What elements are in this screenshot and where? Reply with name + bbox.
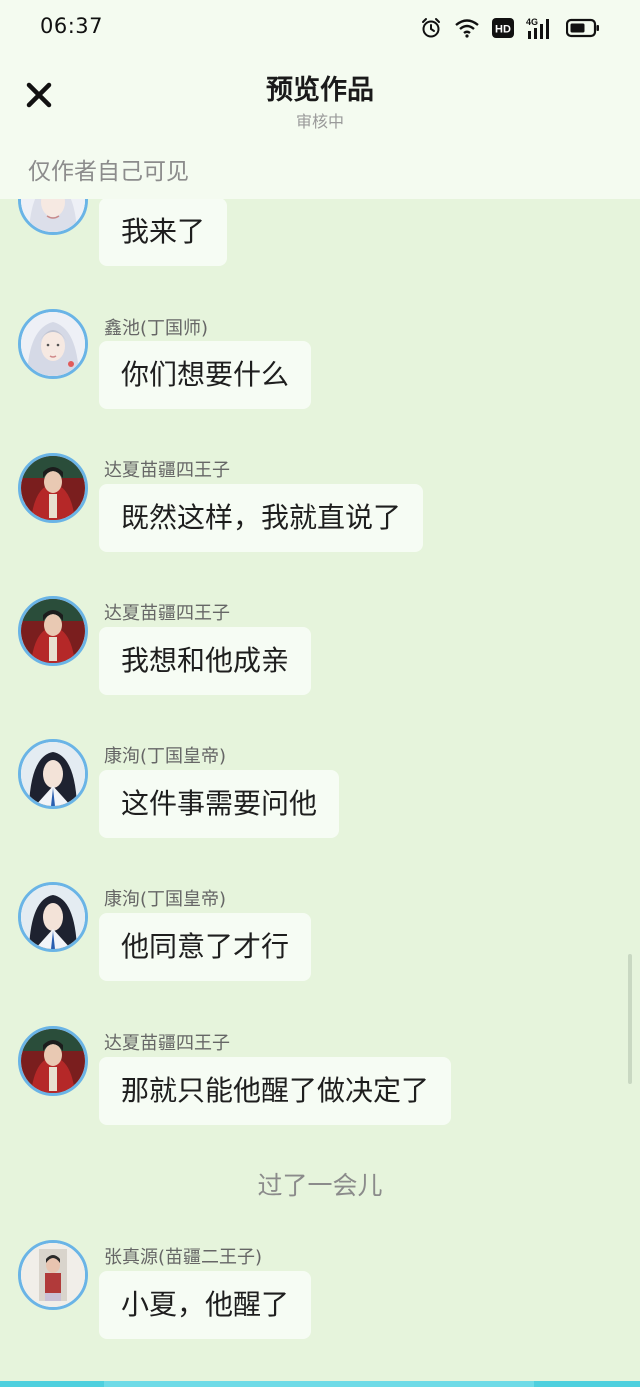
message-bubble[interactable]: 那就只能他醒了做决定了 <box>99 1057 452 1125</box>
sender-name: 达夏苗疆四王子 <box>104 603 230 624</box>
sender-name: 鑫池(丁国师) <box>104 318 209 339</box>
status-icons: HD 4G <box>420 16 600 40</box>
sender-name: 张真源(苗疆二王子) <box>104 1247 263 1268</box>
battery-icon <box>566 18 600 38</box>
wifi-icon <box>454 18 480 38</box>
avatar[interactable] <box>18 453 88 523</box>
sender-name: 康洵(丁国皇帝) <box>104 746 227 767</box>
visibility-note: 仅作者自己可见 <box>28 159 189 185</box>
hd-icon: HD <box>492 18 514 38</box>
header: 预览作品 审核中 仅作者自己可见 <box>0 56 640 199</box>
chat-list[interactable]: 我来了 鑫池(丁国师) 你们想要什么 达夏苗疆四王子 既然这样，我就直说了 达夏… <box>0 199 640 1381</box>
sender-name: 达夏苗疆四王子 <box>104 460 230 481</box>
page-title: 预览作品 <box>266 75 374 106</box>
alarm-icon <box>420 17 442 39</box>
message-bubble[interactable]: 我想和他成亲 <box>99 627 312 695</box>
message-bubble[interactable]: 他同意了才行 <box>99 913 312 981</box>
status-time: 06:37 <box>40 14 104 38</box>
message-bubble[interactable]: 小夏，他醒了 <box>99 1271 312 1339</box>
scrollbar[interactable] <box>628 954 632 1084</box>
message-bubble[interactable]: 既然这样，我就直说了 <box>99 484 424 552</box>
sender-name: 达夏苗疆四王子 <box>104 1033 230 1054</box>
avatar[interactable] <box>18 1240 88 1310</box>
message-bubble[interactable]: 这件事需要问他 <box>99 770 340 838</box>
review-status: 审核中 <box>295 112 344 131</box>
avatar[interactable] <box>18 1026 88 1096</box>
bottom-progress-thumb <box>104 1381 534 1387</box>
narration-text: 过了一会儿 <box>257 1171 383 1200</box>
avatar[interactable] <box>18 199 88 235</box>
message-bubble[interactable]: 我来了 <box>99 199 228 266</box>
svg-text:4G: 4G <box>526 17 538 27</box>
avatar[interactable] <box>18 596 88 666</box>
status-bar: 06:37 HD 4G <box>0 0 640 56</box>
message-bubble[interactable]: 你们想要什么 <box>99 341 312 409</box>
avatar[interactable] <box>18 739 88 809</box>
signal-4g-icon: 4G <box>526 17 554 39</box>
avatar[interactable] <box>18 882 88 952</box>
avatar[interactable] <box>18 309 88 379</box>
svg-text:HD: HD <box>495 24 511 36</box>
sender-name: 康洵(丁国皇帝) <box>104 889 227 910</box>
bottom-progress-bar <box>0 1381 640 1387</box>
